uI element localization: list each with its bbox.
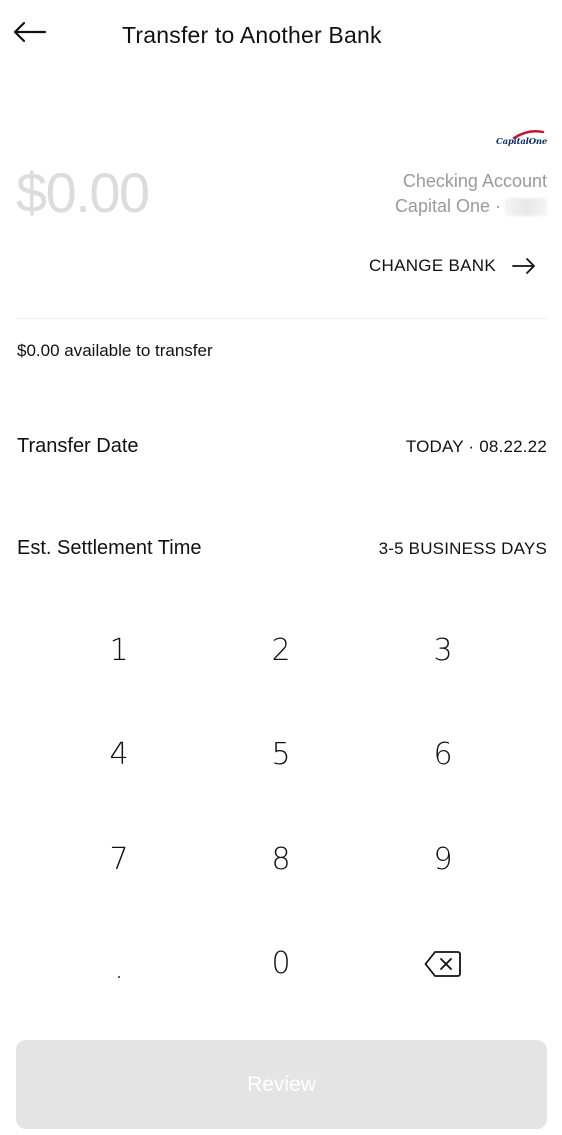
key-9[interactable]: 9 (362, 807, 524, 912)
key-1[interactable]: 1 (38, 598, 200, 703)
account-info: Checking Account Capital One · (395, 169, 547, 219)
divider (16, 318, 547, 319)
logo-text: CapitalOne (496, 137, 548, 147)
back-button[interactable] (8, 14, 50, 50)
settlement-value: 3-5 BUSINESS DAYS (378, 539, 547, 558)
review-button[interactable]: Review (16, 1040, 547, 1129)
account-bank-line: Capital One · (395, 194, 547, 219)
change-bank-button[interactable]: CHANGE BANK (369, 256, 536, 276)
key-4[interactable]: 4 (38, 703, 200, 808)
bank-logo: CapitalOne (494, 128, 548, 152)
arrow-right-icon (512, 258, 535, 274)
change-bank-label: CHANGE BANK (368, 256, 496, 275)
key-5[interactable]: 5 (200, 703, 362, 808)
key-8[interactable]: 8 (200, 807, 362, 912)
numeric-keypad: 1 2 3 4 5 6 7 8 9 . 0 (38, 598, 524, 1016)
key-2[interactable]: 2 (200, 598, 362, 703)
key-6[interactable]: 6 (362, 703, 524, 808)
key-decimal[interactable]: . (38, 912, 200, 1017)
key-3[interactable]: 3 (362, 598, 524, 703)
available-balance: $0.00 available to transfer (17, 341, 213, 360)
account-type: Checking Account (402, 171, 547, 191)
amount-display: $0.00 (16, 161, 150, 224)
key-7[interactable]: 7 (38, 807, 200, 912)
key-0[interactable]: 0 (200, 912, 362, 1017)
settlement-label: Est. Settlement Time (17, 537, 202, 559)
key-backspace[interactable] (362, 912, 524, 1017)
backspace-icon (424, 950, 461, 977)
page-title: Transfer to Another Bank (122, 22, 382, 48)
masked-account-number (505, 198, 547, 217)
transfer-date-label: Transfer Date (17, 435, 139, 457)
header: Transfer to Another Bank (0, 0, 562, 72)
arrow-left-icon (13, 21, 47, 43)
account-bank: Capital One · (394, 196, 501, 216)
transfer-date-value[interactable]: TODAY · 08.22.22 (406, 437, 547, 457)
